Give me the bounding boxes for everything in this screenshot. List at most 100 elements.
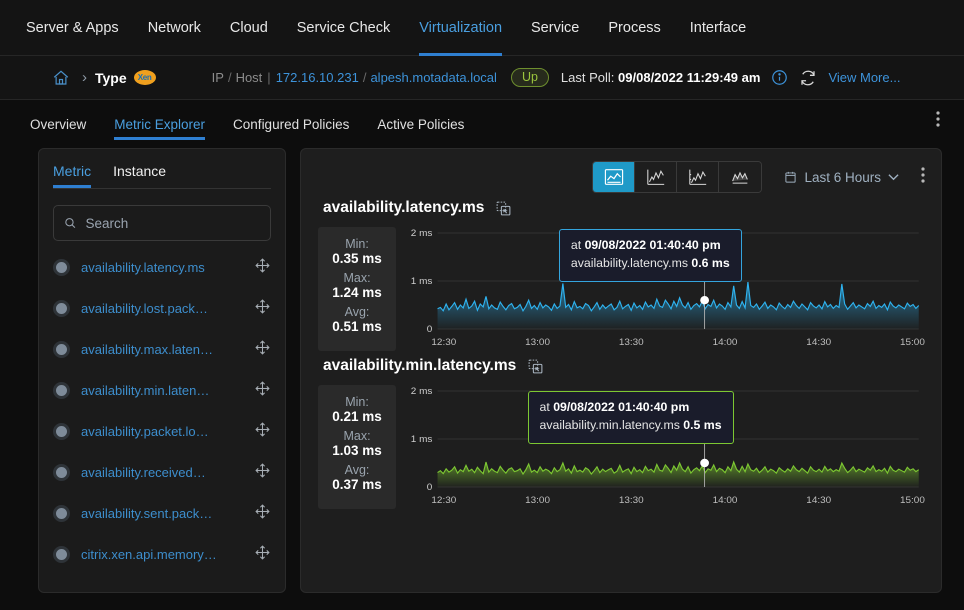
copy-icon[interactable] <box>495 200 512 217</box>
drag-move-icon[interactable] <box>254 339 271 361</box>
metric-label: citrix.xen.api.memory… <box>81 547 217 562</box>
copy-icon[interactable] <box>527 358 544 375</box>
chart-body: Min: 0.35 ms Max: 1.24 ms Avg: 0.51 ms 0 1 ms 2 … <box>315 227 925 351</box>
search-input[interactable] <box>85 215 260 231</box>
topnav-item-service[interactable]: Service <box>531 0 579 56</box>
metric-list: availability.latency.ms availability.lost… <box>39 247 285 592</box>
metric-status-dot-icon <box>53 259 70 276</box>
time-range-label: Last 6 Hours <box>804 169 881 185</box>
tooltip-value: 0.6 ms <box>691 255 730 270</box>
chart-title: availability.min.latency.ms <box>323 357 517 374</box>
chart-body: Min: 0.21 ms Max: 1.03 ms Avg: 0.37 ms 0 1 ms 2 … <box>315 385 925 509</box>
info-icon[interactable] <box>760 69 788 86</box>
stat-label: Avg: <box>344 305 370 319</box>
breadcrumb-type-label[interactable]: Type <box>95 70 127 86</box>
chart-plot[interactable]: 0 1 ms 2 ms 12:30 13:00 13:30 14:00 14:30 15:00 a… <box>402 227 926 351</box>
stacked-area-chart-icon-button[interactable] <box>719 162 762 192</box>
line-chart-scale-icon-button[interactable] <box>677 162 720 192</box>
time-range-selector[interactable]: Last 6 Hours <box>784 170 899 185</box>
sidebar-tab-metric[interactable]: Metric <box>53 163 92 188</box>
topnav-item-interface[interactable]: Interface <box>690 0 746 56</box>
stat-value: 1.24 ms <box>332 285 382 300</box>
svg-text:13:30: 13:30 <box>619 495 644 506</box>
metric-list-item[interactable]: availability.max.laten… <box>39 329 285 370</box>
metric-list-item[interactable]: citrix.xen.api.memory… <box>39 534 285 575</box>
tab-active-policies[interactable]: Active Policies <box>377 117 464 140</box>
tab-configured-policies[interactable]: Configured Policies <box>233 117 349 140</box>
tab-overview[interactable]: Overview <box>30 117 86 140</box>
separator-2: / <box>362 70 367 85</box>
tooltip-prefix: at <box>539 400 550 414</box>
metric-list-item[interactable]: availability.sent.pack… <box>39 493 285 534</box>
chart-stats: Min: 0.21 ms Max: 1.03 ms Avg: 0.37 ms <box>318 385 396 509</box>
refresh-icon[interactable] <box>788 69 817 87</box>
tooltip-value: 0.5 ms <box>683 417 722 432</box>
drag-move-icon[interactable] <box>254 544 271 566</box>
drag-move-icon[interactable] <box>254 462 271 484</box>
topnav-item-server-apps[interactable]: Server & Apps <box>26 0 119 56</box>
metric-status-dot-icon <box>53 382 70 399</box>
stat-label: Max: <box>343 271 371 285</box>
chart-header: availability.latency.ms <box>315 199 925 217</box>
host-label: Host <box>235 70 263 85</box>
topnav-item-cloud[interactable]: Cloud <box>230 0 268 56</box>
last-poll-label: Last Poll: <box>560 70 615 85</box>
metric-list-item[interactable]: availability.latency.ms <box>39 247 285 288</box>
drag-move-icon[interactable] <box>254 421 271 443</box>
search-icon <box>65 218 76 229</box>
metric-list-item[interactable]: availability.received… <box>39 452 285 493</box>
metric-list-item[interactable]: availability.packet.lo… <box>39 411 285 452</box>
sub-tab-bar: Overview Metric Explorer Configured Polici… <box>0 100 964 140</box>
host-value[interactable]: alpesh.motadata.local <box>370 70 496 85</box>
drag-move-icon[interactable] <box>254 380 271 402</box>
breadcrumb: › Type Xen IP / Host | 172.16.10.231 / a… <box>0 56 964 100</box>
chart-header: availability.min.latency.ms <box>315 357 925 375</box>
search-box[interactable] <box>53 205 271 241</box>
tooltip-line-1: at 09/08/2022 01:40:40 pm <box>571 237 730 255</box>
topnav-item-virtualization[interactable]: Virtualization <box>419 0 502 56</box>
ip-label: IP <box>211 70 224 85</box>
svg-text:2 ms: 2 ms <box>411 228 433 239</box>
chart-stats: Min: 0.35 ms Max: 1.24 ms Avg: 0.51 ms <box>318 227 396 351</box>
tooltip-line-2: availability.latency.ms 0.6 ms <box>571 255 730 273</box>
home-icon[interactable] <box>52 69 70 87</box>
tabs-kebab-menu-icon[interactable] <box>936 111 940 140</box>
charts-container: availability.latency.ms Min: 0.35 ms Max: 1.… <box>315 199 925 509</box>
drag-move-icon[interactable] <box>254 257 271 279</box>
svg-text:13:30: 13:30 <box>619 337 644 348</box>
chart-tooltip: at 09/08/2022 01:40:40 pm availability.la… <box>558 229 742 282</box>
topnav-item-process[interactable]: Process <box>608 0 660 56</box>
sidebar-tab-instance[interactable]: Instance <box>113 163 166 188</box>
area-chart-icon-button[interactable] <box>593 162 636 192</box>
drag-move-icon[interactable] <box>254 503 271 525</box>
metric-status-dot-icon <box>53 464 70 481</box>
metric-list-item[interactable]: availability.min.laten… <box>39 370 285 411</box>
topnav-item-service-check[interactable]: Service Check <box>297 0 390 56</box>
svg-text:1 ms: 1 ms <box>411 434 433 445</box>
svg-text:2 ms: 2 ms <box>411 386 433 397</box>
line-chart-icon-button[interactable] <box>635 162 678 192</box>
chevron-down-icon <box>888 174 899 181</box>
ip-value[interactable]: 172.16.10.231 <box>276 70 359 85</box>
stat-value: 0.37 ms <box>332 477 382 492</box>
status-badge: Up <box>510 68 549 87</box>
last-poll-value: 09/08/2022 11:29:49 am <box>618 70 761 85</box>
metric-list-item[interactable]: availability.lost.pack… <box>39 288 285 329</box>
drag-move-icon[interactable] <box>254 298 271 320</box>
chart-plot[interactable]: 0 1 ms 2 ms 12:30 13:00 13:30 14:00 14:30 15:00 a… <box>402 385 926 509</box>
metric-status-dot-icon <box>53 546 70 563</box>
main-content: MetricInstance availability.latency.msav… <box>0 140 964 610</box>
chart-kebab-menu-icon[interactable] <box>921 166 925 188</box>
chart-tooltip: at 09/08/2022 01:40:40 pm availability.mi… <box>527 391 734 444</box>
view-more-link[interactable]: View More... <box>828 70 900 85</box>
stat-value: 0.35 ms <box>332 251 382 266</box>
topnav-item-network[interactable]: Network <box>148 0 201 56</box>
svg-text:13:00: 13:00 <box>525 495 550 506</box>
metric-label: availability.lost.pack… <box>81 301 208 316</box>
tooltip-timestamp: 09/08/2022 01:40:40 pm <box>584 238 721 252</box>
svg-text:13:00: 13:00 <box>525 337 550 348</box>
stat-label: Max: <box>343 429 371 443</box>
stat-label: Min: <box>345 237 369 251</box>
tab-metric-explorer[interactable]: Metric Explorer <box>114 117 205 140</box>
tooltip-line-2: availability.min.latency.ms 0.5 ms <box>540 417 722 435</box>
